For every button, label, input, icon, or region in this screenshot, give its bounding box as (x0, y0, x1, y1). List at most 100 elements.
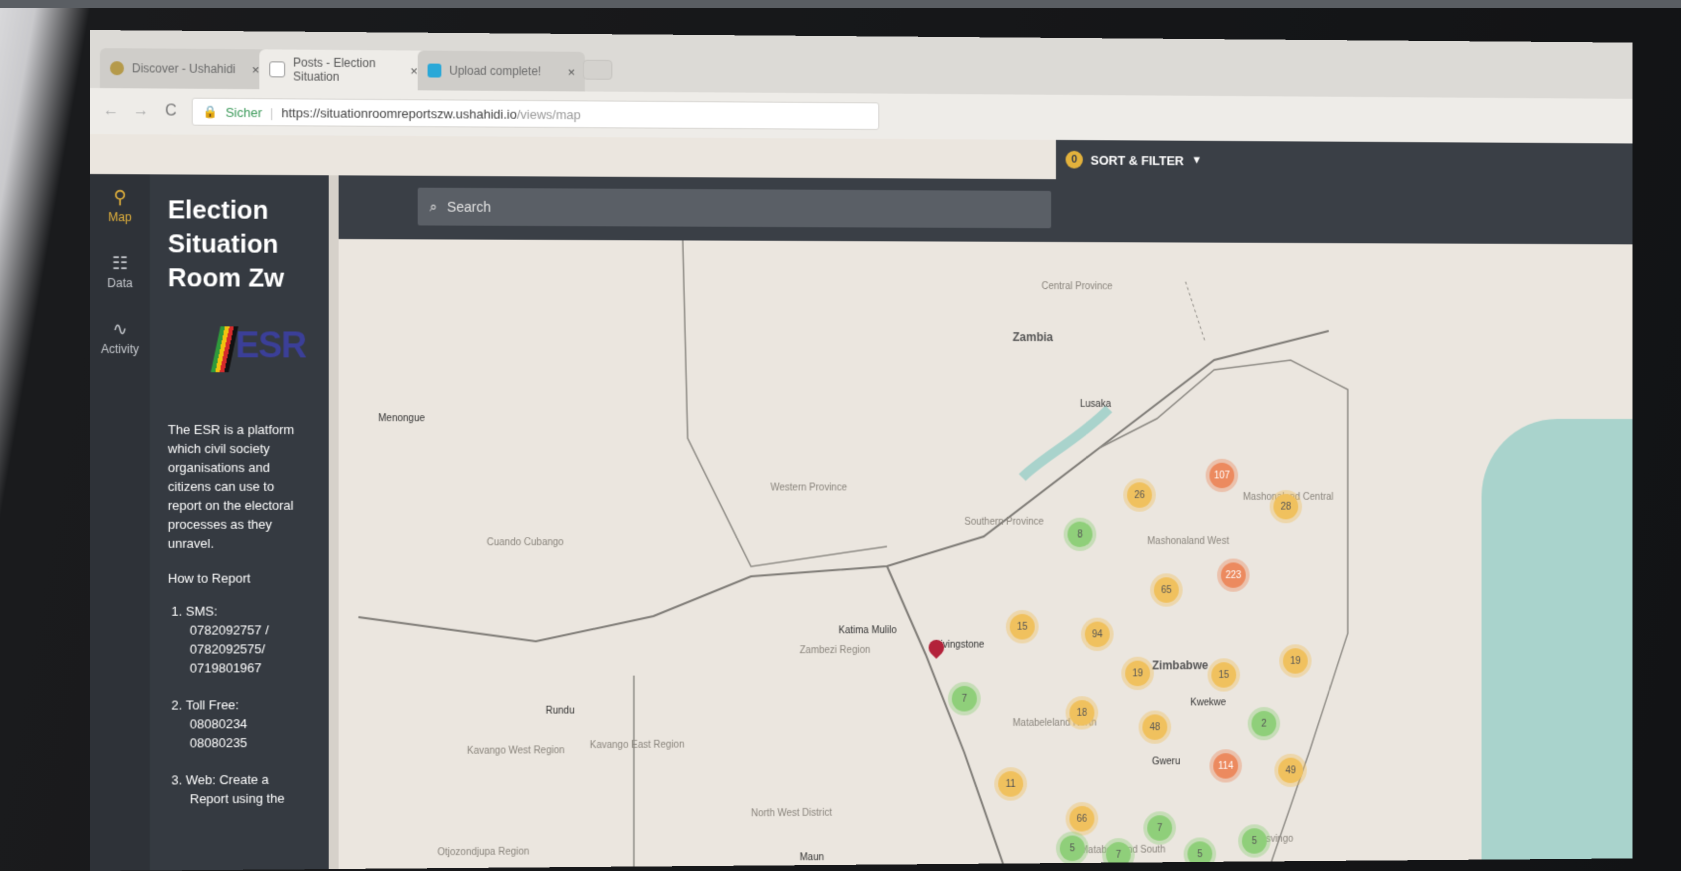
cluster-marker[interactable]: 5 (1059, 835, 1085, 862)
label-mashonaland-west: Mashonaland West (1147, 536, 1229, 547)
close-tab-icon[interactable]: × (568, 64, 575, 79)
step-toll-free: Toll Free: 08080234 08080235 (186, 695, 311, 752)
map-canvas[interactable]: + Zambia Lusaka Menongue Western Provinc… (338, 239, 1633, 869)
sort-filter-bar: 0 SORT & FILTER ▼ (1055, 139, 1633, 183)
label-zambia: Zambia (1012, 330, 1054, 345)
top-strip (0, 0, 1681, 8)
cluster-marker[interactable]: 28 (1273, 493, 1299, 520)
rail-label: Activity (100, 342, 139, 357)
cluster-marker[interactable]: 18 (1069, 700, 1095, 726)
secure-label: Sicher (225, 104, 263, 120)
label-cuando-cubango: Cuando Cubango (486, 537, 564, 549)
close-tab-icon[interactable]: × (410, 63, 417, 78)
page-favicon-icon (269, 61, 286, 78)
label-kwekwe: Kwekwe (1190, 697, 1226, 709)
map-search-bar: ⌕ Search (338, 175, 1633, 245)
cluster-marker[interactable]: 15 (1009, 613, 1035, 640)
rail-item-activity[interactable]: ∿ Activity (100, 319, 139, 357)
rail-item-map[interactable]: ⚲ Map (108, 187, 131, 224)
tab-strip: Discover - Ushahidi × Posts - Election S… (90, 30, 1633, 99)
tab-label: Posts - Election Situation (293, 55, 376, 84)
ushahidi-app: 0 SORT & FILTER ▼ ⚲ Map ☷ Data ∿ Activit… (90, 134, 1633, 871)
sort-filter-button[interactable]: 0 SORT & FILTER ▼ (1065, 146, 1202, 174)
flag-stripes (210, 326, 239, 373)
logo-text: ESR (235, 324, 306, 366)
chevron-down-icon: ▼ (1191, 154, 1202, 167)
tab-posts[interactable]: Posts - Election Situation × (259, 49, 428, 91)
label-central-province: Central Province (1041, 281, 1113, 293)
label-zambezi-region: Zambezi Region (799, 645, 871, 657)
ushahidi-favicon-icon (109, 61, 124, 76)
step-sms: SMS: 0782092757 / 0782092575/ 0719801967 (186, 601, 311, 677)
tab-upload[interactable]: Upload complete! × (417, 50, 585, 92)
cluster-marker[interactable]: 19 (1125, 660, 1151, 687)
filter-count-badge: 0 (1065, 150, 1083, 169)
label-zimbabwe: Zimbabwe (1151, 658, 1209, 673)
rail-label: Data (107, 276, 133, 291)
cluster-marker[interactable]: 5 (1241, 828, 1267, 854)
forward-button[interactable]: → (132, 102, 150, 120)
address-separator: | (270, 104, 274, 120)
cluster-marker[interactable]: 48 (1142, 714, 1168, 740)
label-lusaka: Lusaka (1079, 399, 1111, 410)
tab-label: Upload complete! (449, 63, 542, 79)
deployment-panel: Election Situation Room Zw ESR The ESR i… (149, 174, 329, 871)
label-north-west-district: North West District (751, 807, 832, 820)
url-host: https://situationroomreportszw.ushahidi.… (281, 104, 517, 122)
cluster-marker[interactable]: 26 (1127, 482, 1152, 508)
cluster-marker[interactable]: 7 (951, 685, 977, 712)
label-rundu: Rundu (545, 705, 575, 717)
back-button[interactable]: ← (102, 102, 120, 120)
cluster-marker[interactable]: 15 (1211, 662, 1237, 688)
label-southern-province: Southern Province (964, 516, 1044, 528)
search-placeholder: Search (447, 198, 491, 215)
browser-window: Discover - Ushahidi × Posts - Election S… (90, 30, 1633, 871)
cluster-marker[interactable]: 66 (1069, 805, 1095, 832)
label-maun: Maun (799, 852, 824, 864)
cluster-marker[interactable]: 8 (1067, 521, 1093, 548)
data-list-icon: ☷ (111, 253, 129, 274)
vimeo-favicon-icon (427, 63, 442, 78)
cluster-marker[interactable]: 107 (1209, 462, 1235, 489)
cluster-marker[interactable]: 11 (998, 771, 1024, 797)
tab-label: Discover - Ushahidi (131, 61, 236, 77)
ocean-area (1481, 418, 1633, 869)
address-bar[interactable]: 🔒 Sicher | https://situationroomreportsz… (191, 97, 880, 130)
close-tab-icon[interactable]: × (252, 62, 260, 77)
cluster-marker[interactable]: 49 (1278, 757, 1304, 784)
label-kavango-east: Kavango East Region (589, 739, 685, 752)
map-pin-icon: ⚲ (113, 187, 127, 208)
label-gweru: Gweru (1151, 756, 1181, 768)
cluster-marker[interactable]: 223 (1220, 562, 1246, 588)
deployment-description: The ESR is a platform which civil societ… (167, 422, 295, 551)
deployment-title: Election Situation Room Zw (167, 194, 285, 293)
icon-rail: ⚲ Map ☷ Data ∿ Activity (90, 174, 150, 871)
step-web: Web: Create a Report using the (186, 770, 311, 809)
label-katima-mulilo: Katima Mulilo (838, 625, 897, 637)
esr-logo: ESR (210, 316, 306, 386)
panel-scrollbar[interactable] (328, 175, 339, 870)
label-kavango-west: Kavango West Region (466, 745, 565, 757)
label-western-province: Western Province (770, 482, 847, 494)
label-otjozondjupa: Otjozondjupa Region (437, 846, 530, 859)
search-input[interactable]: ⌕ Search (417, 187, 1052, 229)
cluster-marker[interactable]: 2 (1251, 710, 1277, 737)
reload-button[interactable]: C (162, 102, 180, 120)
sort-filter-label: SORT & FILTER (1090, 152, 1184, 168)
tab-discover[interactable]: Discover - Ushahidi × (99, 48, 270, 90)
report-steps: SMS: 0782092757 / 0782092575/ 0719801967… (168, 601, 311, 808)
cluster-marker[interactable]: 114 (1213, 753, 1239, 779)
map-location-pin-icon[interactable] (929, 640, 944, 662)
cluster-marker[interactable]: 7 (1147, 815, 1173, 841)
search-icon: ⌕ (429, 198, 438, 215)
rail-item-data[interactable]: ☷ Data (107, 253, 133, 291)
cluster-marker[interactable]: 65 (1153, 577, 1179, 603)
cluster-marker[interactable]: 94 (1084, 621, 1110, 648)
new-tab-button[interactable] (582, 59, 613, 80)
url-path: /views/map (516, 106, 581, 122)
lock-icon: 🔒 (202, 104, 218, 119)
cluster-marker[interactable]: 19 (1282, 648, 1308, 674)
how-to-heading: How to Report (167, 570, 251, 586)
map-borders (339, 239, 1633, 869)
activity-icon: ∿ (112, 319, 128, 340)
